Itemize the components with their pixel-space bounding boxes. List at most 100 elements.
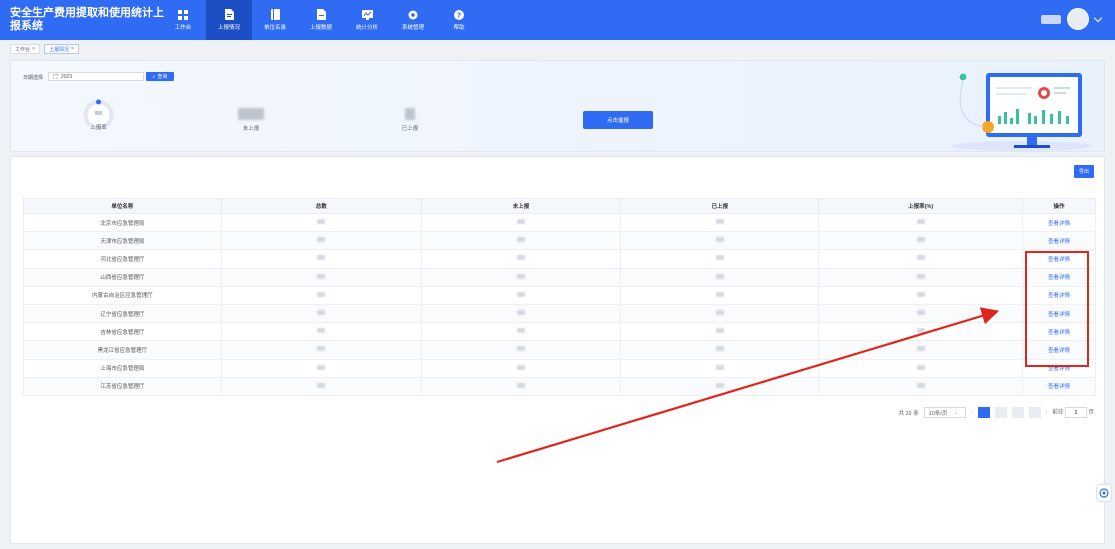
total-cell bbox=[220, 358, 422, 378]
total-value-blurred bbox=[317, 255, 326, 261]
report-rate-value-blurred bbox=[916, 273, 925, 279]
nav-label: 上报数据 bbox=[309, 25, 332, 31]
year-value: 2023 bbox=[61, 73, 73, 80]
close-icon[interactable]: × bbox=[32, 46, 35, 52]
prev-page-button[interactable]: ‹ bbox=[971, 410, 973, 416]
page-number-current[interactable] bbox=[977, 407, 990, 418]
report-rate-value-blurred bbox=[916, 310, 925, 316]
query-label: 查询 bbox=[157, 74, 168, 80]
reported-value-blurred bbox=[715, 346, 724, 352]
table-row: 天津市应急管理局 查看详情 bbox=[23, 231, 1096, 251]
nav-label: 上报情况 bbox=[217, 25, 240, 31]
col-not-reported: 未上报 bbox=[420, 198, 622, 214]
avatar[interactable] bbox=[1067, 8, 1089, 30]
nav-unit-directory[interactable]: 单位名录 bbox=[252, 0, 298, 40]
assistant-float-button[interactable] bbox=[1096, 484, 1112, 502]
table-header-row: 单位名称 总数 未上报 已上报 上报率(%) 操作 bbox=[23, 198, 1096, 214]
app-header: 安全生产费用提取和使用统计上报系统 工作台 上报情况 单位名录 上报数据 统计分… bbox=[0, 0, 1115, 40]
grid-icon bbox=[178, 9, 189, 20]
view-details-link[interactable]: 查看详情 bbox=[1048, 239, 1070, 245]
reported-cell bbox=[620, 340, 820, 360]
page-size-select[interactable]: 10条/页 ⌄ bbox=[923, 407, 966, 418]
year-label: 日期选择 bbox=[23, 75, 44, 81]
report-rate-cell bbox=[818, 285, 1024, 305]
actions-cell: 查看详情 bbox=[1022, 212, 1096, 233]
total-cell bbox=[220, 231, 422, 251]
page-tabs: 工作台 × 上报情况 × bbox=[10, 44, 79, 54]
dashboard-illustration bbox=[952, 72, 1092, 151]
not-reported-value-blurred bbox=[517, 273, 526, 279]
unit-name-cell: 天津市应急管理局 bbox=[23, 231, 222, 251]
report-rate-cell bbox=[818, 303, 1024, 324]
pagination: 共 32 条 10条/页 ⌄ ‹ › 前往 页 bbox=[899, 407, 1094, 418]
reported-value-blurred bbox=[715, 310, 724, 316]
year-picker[interactable]: 2023 bbox=[48, 72, 144, 81]
nav-help[interactable]: ? 帮助 bbox=[436, 0, 482, 40]
not-reported-cell bbox=[420, 231, 622, 251]
not-reported-value-blurred bbox=[517, 219, 526, 225]
tab-report-status[interactable]: 上报情况 × bbox=[43, 44, 79, 54]
reported-stat: 已上报 bbox=[390, 108, 430, 132]
total-cell bbox=[220, 322, 422, 342]
reported-value-blurred bbox=[715, 328, 724, 334]
col-report-rate: 上报率(%) bbox=[818, 198, 1024, 214]
total-cell bbox=[220, 249, 422, 269]
report-rate-cell bbox=[818, 376, 1024, 396]
tab-workbench[interactable]: 工作台 × bbox=[10, 44, 40, 54]
not-reported-value-blurred bbox=[517, 255, 526, 261]
unit-name-cell: 北京市应急管理局 bbox=[23, 212, 222, 233]
next-page-button[interactable]: › bbox=[1046, 410, 1048, 416]
table-row: 辽宁省应急管理厅 查看详情 bbox=[23, 303, 1096, 324]
user-area[interactable] bbox=[1041, 8, 1103, 30]
query-button[interactable]: ⌕ 查询 bbox=[146, 72, 174, 81]
not-reported-cell bbox=[420, 303, 622, 324]
report-rate-value-blurred bbox=[916, 291, 925, 297]
table-row: 河北省应急管理厅 查看详情 bbox=[23, 249, 1096, 269]
page-number[interactable] bbox=[994, 407, 1007, 418]
nav-label: 单位名录 bbox=[263, 25, 286, 31]
report-table-panel: 导出 单位名称 总数 未上报 已上报 上报率(%) 操作 北京市应急管理局查看详… bbox=[10, 156, 1105, 544]
urge-report-button[interactable]: 点击催报 bbox=[583, 111, 653, 129]
reported-cell bbox=[620, 212, 820, 233]
report-rate-value-blurred bbox=[916, 364, 925, 370]
reported-value-blurred bbox=[715, 382, 724, 388]
ring-label: 上报率 bbox=[90, 125, 107, 131]
page-number[interactable] bbox=[1028, 407, 1041, 418]
table-row: 江苏省应急管理厅 查看详情 bbox=[23, 376, 1096, 396]
summary-panel: 日期选择 2023 ⌕ 查询 上报率 未上报 已上报 点击催报 bbox=[10, 60, 1105, 152]
page-unit-label: 页 bbox=[1088, 409, 1094, 416]
nav-system-settings[interactable]: 系统管理 bbox=[390, 0, 436, 40]
export-button[interactable]: 导出 bbox=[1074, 165, 1094, 178]
unit-name-cell: 辽宁省应急管理厅 bbox=[23, 303, 222, 324]
view-details-link[interactable]: 查看详情 bbox=[1048, 384, 1070, 390]
goto-page-input[interactable] bbox=[1064, 407, 1087, 418]
chevron-down-icon[interactable] bbox=[1093, 13, 1103, 22]
tab-label: 工作台 bbox=[15, 46, 31, 53]
unit-name-cell: 山西省应急管理厅 bbox=[23, 267, 222, 287]
not-reported-cell bbox=[420, 285, 622, 305]
nav-label: 统计分析 bbox=[355, 25, 378, 31]
unit-name-cell: 黑龙江省应急管理厅 bbox=[23, 340, 222, 360]
report-rate-value-blurred bbox=[916, 382, 925, 388]
goto-label: 前往 bbox=[1052, 409, 1064, 416]
not-reported-stat: 未上报 bbox=[231, 108, 271, 132]
not-reported-cell bbox=[420, 249, 622, 269]
reported-value-blurred bbox=[715, 255, 724, 261]
report-rate-cell bbox=[818, 358, 1024, 378]
not-reported-cell bbox=[420, 358, 622, 378]
nav-report-data[interactable]: 上报数据 bbox=[298, 0, 344, 40]
nav-report-status[interactable]: 上报情况 bbox=[206, 0, 252, 40]
book-icon bbox=[270, 9, 281, 20]
col-total: 总数 bbox=[220, 198, 422, 214]
nav-workbench[interactable]: 工作台 bbox=[160, 0, 206, 40]
nav-statistics[interactable]: 统计分析 bbox=[344, 0, 390, 40]
total-cell bbox=[220, 267, 422, 287]
report-rate-cell bbox=[818, 267, 1024, 287]
report-icon bbox=[224, 9, 235, 20]
not-reported-value-blurred bbox=[517, 310, 526, 316]
document-icon bbox=[316, 9, 327, 20]
view-details-link[interactable]: 查看详情 bbox=[1048, 221, 1070, 227]
not-reported-label: 未上报 bbox=[242, 126, 260, 132]
page-number[interactable] bbox=[1011, 407, 1024, 418]
close-icon[interactable]: × bbox=[71, 46, 74, 52]
